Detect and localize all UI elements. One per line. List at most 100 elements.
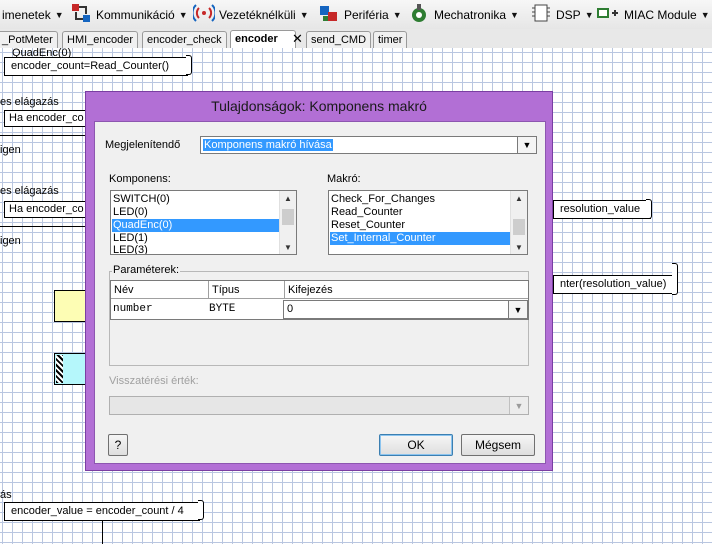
dropdown-arrow-icon: ▼ bbox=[392, 9, 402, 20]
flowchart-macro-box[interactable]: nter(resolution_value) bbox=[553, 275, 673, 294]
tab-potmeter[interactable]: _PotMeter bbox=[0, 31, 58, 48]
dropdown-arrow-icon: ▼ bbox=[584, 9, 594, 20]
scroll-down-icon[interactable]: ▼ bbox=[280, 240, 296, 254]
flowchart-connector bbox=[0, 226, 85, 227]
flowchart-block-yellow[interactable] bbox=[54, 290, 87, 322]
toolbar-menu-miac[interactable]: MIAC Module ▼ bbox=[596, 0, 710, 29]
flowchart-block-cyan[interactable] bbox=[54, 353, 87, 385]
list-item-selected[interactable]: Set_Internal_Counter bbox=[330, 232, 511, 245]
flowchart-text: nter(resolution_value) bbox=[560, 278, 667, 290]
list-item-selected[interactable]: QuadEnc(0) bbox=[112, 219, 279, 232]
scroll-thumb[interactable] bbox=[282, 209, 294, 225]
list-item[interactable]: Check_For_Changes bbox=[330, 193, 511, 206]
dsp-icon bbox=[530, 2, 552, 27]
macro-scrollbar[interactable]: ▲ ▼ bbox=[510, 191, 527, 254]
column-header-expression[interactable]: Kifejezés bbox=[285, 281, 528, 299]
dropdown-arrow-icon: ▼ bbox=[510, 9, 519, 20]
tab-hmi-encoder[interactable]: HMI_encoder bbox=[62, 31, 139, 48]
toolbar-label: Periféria bbox=[344, 7, 389, 22]
toolbar-label: Kommunikáció bbox=[96, 7, 175, 22]
flowchart-text: Ha encoder_co bbox=[9, 203, 84, 215]
return-value-field: ▼ bbox=[109, 396, 529, 415]
component-label: Komponens: bbox=[109, 173, 171, 185]
toolbar-label: MIAC Module bbox=[624, 7, 697, 22]
component-listbox[interactable]: SWITCH(0) LED(0) QuadEnc(0) LED(1) LED(3… bbox=[110, 190, 297, 255]
flowchart-box-cap bbox=[672, 263, 678, 295]
list-item[interactable]: SWITCH(0) bbox=[112, 193, 279, 206]
flowchart-text: encoder_count=Read_Counter() bbox=[11, 60, 170, 72]
dropdown-arrow-icon: ▼ bbox=[178, 9, 188, 20]
display-name-label: Megjelenítendő bbox=[105, 139, 181, 151]
toolbar-menu-vezeteknelkuli[interactable]: Vezetéknélküli ▼ bbox=[191, 0, 309, 29]
scroll-up-icon[interactable]: ▲ bbox=[280, 191, 296, 205]
close-tab-icon[interactable]: ✕ bbox=[292, 31, 303, 47]
flowchart-text: es elágazás bbox=[0, 96, 59, 108]
wireless-icon bbox=[191, 2, 217, 27]
macro-listbox[interactable]: Check_For_Changes Read_Counter Reset_Cou… bbox=[328, 190, 528, 255]
toolbar-label: Mechatronika bbox=[434, 7, 507, 22]
flowchart-macro-box[interactable]: resolution_value bbox=[553, 200, 651, 219]
list-item[interactable]: LED(0) bbox=[112, 206, 279, 219]
scroll-thumb[interactable] bbox=[513, 219, 525, 235]
flowchart-box-cap bbox=[198, 500, 204, 520]
toolbar-menu-dsp[interactable]: DSP ▼ bbox=[530, 0, 594, 29]
toolbar-label: imenetek bbox=[2, 7, 51, 22]
column-header-name[interactable]: Név bbox=[111, 281, 209, 299]
return-value-label: Visszatérési érték: bbox=[109, 375, 199, 387]
help-button[interactable]: ? bbox=[108, 434, 128, 456]
tab-timer[interactable]: timer bbox=[373, 31, 408, 48]
ok-button[interactable]: OK bbox=[379, 434, 453, 456]
hatched-marker bbox=[56, 355, 63, 383]
display-name-field[interactable]: Komponens makró hívása ▼ bbox=[200, 136, 537, 154]
toolbar-label: Vezetéknélküli bbox=[219, 7, 296, 22]
flowchart-decision[interactable]: Ha encoder_co bbox=[4, 201, 91, 218]
column-header-type[interactable]: Típus bbox=[209, 281, 285, 299]
dialog-body: Megjelenítendő Komponens makró hívása ▼ … bbox=[94, 121, 546, 464]
flowchart-text: ás bbox=[0, 489, 12, 501]
component-scrollbar[interactable]: ▲ ▼ bbox=[279, 191, 296, 254]
dropdown-arrow-icon: ▼ bbox=[700, 9, 710, 20]
miac-module-icon bbox=[596, 5, 620, 24]
flowchart-text: Ha encoder_co bbox=[9, 112, 84, 124]
communication-icon bbox=[70, 2, 92, 27]
chevron-down-icon[interactable]: ▼ bbox=[517, 137, 536, 153]
parameters-label: Paraméterek: bbox=[112, 264, 181, 276]
flowchart-tab-bar: _PotMeter HMI_encoder encoder_check enco… bbox=[0, 29, 712, 49]
tab-encoder-check[interactable]: encoder_check bbox=[142, 31, 227, 48]
flowchart-box-cap bbox=[646, 199, 652, 219]
component-toolbar: imenetek ▼ Kommunikáció ▼ Vezetéknélküli ▼ … bbox=[0, 0, 712, 30]
cancel-button[interactable]: Mégsem bbox=[461, 434, 535, 456]
param-name-cell: number bbox=[113, 303, 153, 315]
list-item[interactable]: LED(3) bbox=[112, 244, 279, 254]
flowchart-decision[interactable]: Ha encoder_co bbox=[4, 110, 91, 127]
flowchart-text: es elágazás bbox=[0, 185, 59, 197]
dialog-title[interactable]: Tulajdonságok: Komponens makró bbox=[86, 92, 552, 121]
flowchart-text: igen bbox=[0, 235, 21, 247]
component-macro-properties-dialog: Tulajdonságok: Komponens makró Megjelení… bbox=[85, 91, 553, 471]
flowchart-text: igen bbox=[0, 144, 21, 156]
list-item[interactable]: Reset_Counter bbox=[330, 219, 511, 232]
list-item[interactable]: Read_Counter bbox=[330, 206, 511, 219]
chevron-down-icon: ▼ bbox=[509, 397, 528, 414]
dropdown-arrow-icon: ▼ bbox=[299, 9, 309, 20]
flowchart-connector bbox=[0, 135, 85, 136]
parameters-table[interactable]: Név Típus Kifejezés number BYTE 0 ▼ bbox=[110, 280, 529, 320]
toolbar-menu-imenetek[interactable]: imenetek ▼ bbox=[2, 0, 64, 29]
chevron-down-icon[interactable]: ▼ bbox=[508, 301, 527, 318]
param-expression-field[interactable]: 0 ▼ bbox=[283, 300, 528, 319]
flowchart-calc-box[interactable]: encoder_value = encoder_count / 4 bbox=[4, 502, 200, 521]
flowchart-text: encoder_value = encoder_count / 4 bbox=[11, 505, 184, 517]
scroll-down-icon[interactable]: ▼ bbox=[511, 240, 527, 254]
toolbar-menu-mechatronika[interactable]: Mechatronika ▼ bbox=[408, 0, 519, 29]
toolbar-menu-periferia[interactable]: Periféria ▼ bbox=[318, 0, 402, 29]
mechatronics-icon bbox=[408, 2, 430, 27]
toolbar-menu-kommunikacio[interactable]: Kommunikáció ▼ bbox=[70, 0, 188, 29]
scroll-up-icon[interactable]: ▲ bbox=[511, 191, 527, 205]
tab-encoder[interactable]: encoder bbox=[230, 30, 296, 49]
param-type-cell: BYTE bbox=[209, 303, 236, 315]
tab-send-cmd[interactable]: send_CMD bbox=[306, 31, 372, 48]
display-name-value: Komponens makró hívása bbox=[203, 139, 333, 151]
flowchart-macro-box[interactable]: encoder_count=Read_Counter() bbox=[4, 57, 188, 76]
macro-label: Makró: bbox=[327, 173, 361, 185]
flowchart-box-cap bbox=[186, 55, 192, 75]
